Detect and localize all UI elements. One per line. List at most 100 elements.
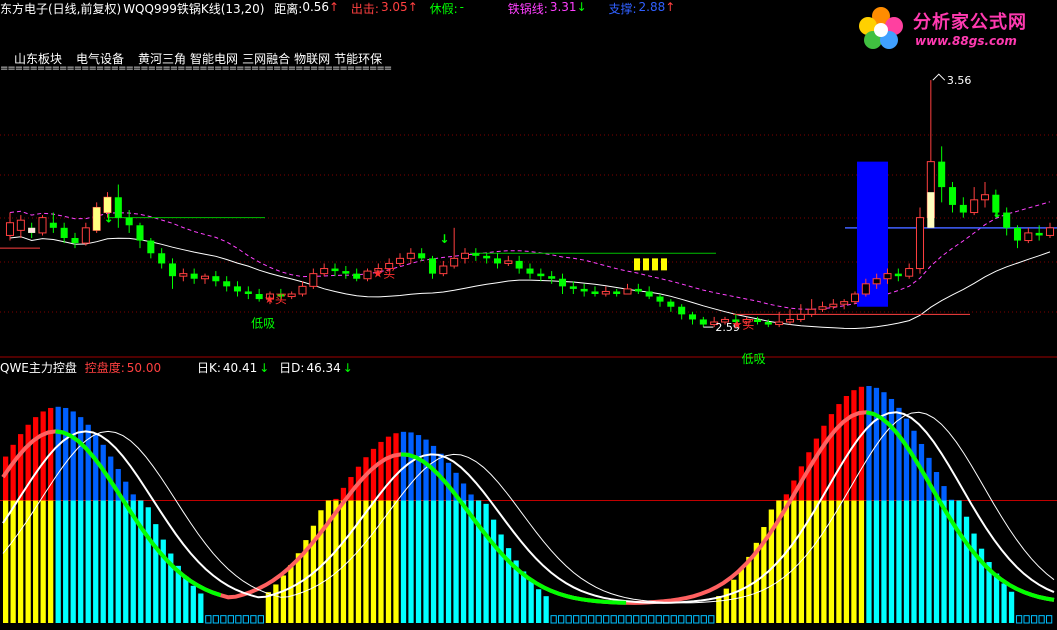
candle-body (938, 161, 946, 188)
histogram-bar (783, 494, 789, 501)
candle-body (158, 253, 166, 264)
candle-body (591, 291, 599, 294)
candle-body (667, 301, 675, 307)
histogram-bar (490, 519, 497, 623)
histogram-bar (520, 571, 527, 623)
exit-arrow: ↑ (407, 0, 418, 14)
histogram-bar (881, 500, 887, 623)
histogram-bar (385, 500, 392, 623)
candle-body (395, 257, 405, 264)
candle-body (200, 275, 210, 280)
candle-body (905, 268, 914, 277)
histogram-bar (933, 500, 940, 623)
candle-body (688, 314, 697, 320)
histogram-bar (813, 500, 820, 623)
logo-url: www.88gs.com (915, 34, 1017, 48)
histogram-bar (866, 500, 872, 623)
candle-body (818, 306, 827, 310)
histogram-bar (791, 500, 797, 623)
candle-body (255, 294, 263, 300)
candle-body (190, 273, 198, 279)
histogram-bar (918, 500, 925, 623)
histogram-bar (1038, 615, 1045, 624)
histogram-bar (460, 483, 467, 501)
histogram-bar (783, 500, 789, 623)
histogram-bar (363, 500, 369, 623)
histogram-bar (565, 615, 572, 624)
candle-body (548, 276, 556, 279)
support-value: 2.88 (638, 0, 666, 14)
histogram-bar (205, 615, 212, 624)
histogram-bar (700, 615, 707, 624)
histogram-bar (716, 596, 722, 623)
histogram-bar (746, 556, 752, 623)
separator-line: ========================================… (0, 64, 392, 74)
candle-body (125, 217, 133, 226)
histogram-bar (663, 615, 670, 624)
distance-arrow: ↑ (329, 0, 340, 14)
low-absorb-label: 低吸 (251, 316, 275, 330)
histogram-bar (536, 589, 542, 623)
histogram-bar (963, 516, 970, 623)
candle-body (861, 283, 870, 295)
exit-label: 出击: (350, 2, 379, 16)
candle-body (764, 322, 772, 325)
histogram-bar (1015, 615, 1023, 624)
candle-body (699, 319, 707, 325)
candle-body (526, 268, 534, 274)
candle-body (753, 319, 762, 322)
histogram-bar (370, 448, 377, 501)
histogram-bar (558, 615, 565, 624)
histogram-bar (843, 395, 850, 501)
support-arrow: ↑ (665, 0, 676, 14)
spike-box (857, 161, 888, 307)
candle-body (460, 252, 470, 259)
histogram-bar (851, 500, 857, 623)
pot-label: 铁锅线: (507, 2, 548, 16)
distance-label: 距离: (274, 2, 303, 16)
candle-body (785, 318, 795, 323)
exit-value: 3.05 (380, 0, 408, 14)
site-logo: 分析家公式网 www.88gs.com (853, 4, 1053, 52)
histogram-bar (212, 615, 219, 624)
candle-body (60, 227, 68, 238)
histogram-bar (85, 500, 91, 623)
histogram-bar (528, 581, 534, 623)
candle-body (569, 286, 577, 289)
histogram-bar (873, 500, 880, 623)
candle-body (309, 273, 318, 287)
candle-body (580, 288, 588, 292)
candle-body (980, 194, 990, 201)
buy-signal: ★买 (373, 267, 396, 281)
control-label: 控盘度: (84, 361, 125, 375)
d-arrow: ↓ (342, 361, 353, 375)
candle-body (428, 258, 437, 274)
histogram-bar (3, 456, 9, 501)
histogram-bar (370, 500, 377, 623)
histogram-bar (896, 500, 902, 623)
candle-body (353, 273, 361, 279)
chart-stage: 3.56 2.59 ★买 ★买 ★买 低吸 低吸 ↓ ↓ ↓ (0, 0, 1057, 627)
candle-body (1045, 227, 1055, 236)
histogram-bar (550, 615, 557, 624)
histogram-bar (33, 500, 39, 623)
histogram-bar (393, 500, 399, 623)
histogram-bar (603, 615, 610, 624)
histogram-bar (888, 398, 895, 501)
candle-body (16, 219, 25, 231)
histogram-bar (693, 615, 700, 624)
candle-body (5, 222, 15, 236)
histogram-bar (475, 500, 482, 623)
histogram-bar (460, 500, 467, 623)
histogram-bar (18, 500, 24, 623)
histogram-bar (85, 424, 91, 501)
candle-body (223, 281, 231, 287)
histogram-bar (911, 500, 917, 623)
candle-body (342, 271, 350, 274)
down-arrow-icon: ↓ (992, 207, 1002, 221)
candle-body (537, 273, 545, 277)
histogram-bar (430, 500, 437, 623)
histogram-bar (423, 500, 429, 623)
histogram-bar (1001, 583, 1007, 623)
histogram-bar (25, 424, 31, 501)
